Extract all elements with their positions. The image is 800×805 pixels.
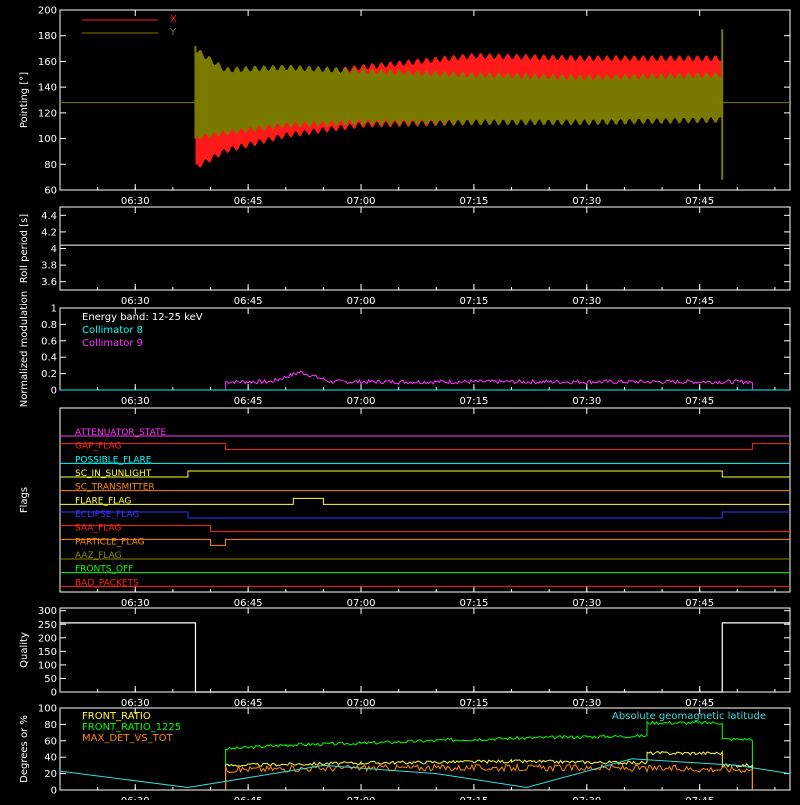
y-tick-label-1-4: 140: [38, 83, 57, 94]
x-tick-label-4-3: 07:15: [460, 598, 489, 609]
x-tick-label-1-3: 07:15: [460, 196, 489, 207]
x-tick-label-2-3: 07:15: [460, 296, 489, 307]
y-axis-label-2: Roll period [s]: [19, 214, 30, 283]
quality-line: [60, 622, 790, 693]
y-tick-label-5-3: 150: [38, 647, 57, 658]
x-tick-label-2-2: 07:00: [347, 296, 376, 307]
x-tick-label-2-1: 06:45: [234, 296, 263, 307]
y-axis-label-3: Normalized modulation: [19, 291, 30, 408]
x-tick-label-5-4: 07:30: [572, 698, 601, 709]
y-tick-label-3-0: 0: [51, 386, 57, 397]
flag-line-8: [60, 538, 790, 546]
x-tick-label-3-5: 07:45: [685, 396, 714, 407]
y-tick-label-3-5: 1: [51, 304, 57, 315]
y-tick-label-5-6: 300: [38, 606, 57, 617]
y-tick-label-6-1: 20: [44, 769, 57, 780]
y-tick-label-3-4: 0.8: [41, 320, 57, 331]
x-tick-label-6-1: 06:45: [234, 796, 263, 800]
flag-line-1: [60, 443, 790, 451]
legend-label-x: X: [170, 14, 177, 25]
y-tick-label-1-1: 80: [44, 160, 57, 171]
x-tick-label-6-3: 07:15: [460, 796, 489, 800]
x-tick-label-5-1: 06:45: [234, 698, 263, 709]
x-tick-label-2-0: 06:30: [121, 296, 150, 307]
flag-line-3: [60, 470, 790, 478]
y-tick-label-2-1: 3.8: [41, 261, 57, 272]
y-tick-label-6-2: 40: [44, 753, 57, 764]
flag-line-5: [60, 497, 790, 505]
y-tick-label-3-3: 0.6: [41, 336, 57, 347]
y-tick-label-5-0: 0: [51, 688, 57, 699]
y-tick-label-1-3: 120: [38, 108, 57, 119]
y-tick-label-5-4: 200: [38, 633, 57, 644]
x-tick-label-6-2: 07:00: [347, 796, 376, 800]
x-tick-label-5-5: 07:45: [685, 698, 714, 709]
x-tick-label-1-4: 07:30: [572, 196, 601, 207]
y-tick-label-1-0: 60: [44, 186, 57, 197]
y-tick-label-6-4: 80: [44, 720, 57, 731]
x-tick-label-1-5: 07:45: [685, 196, 714, 207]
flag-line-6: [60, 511, 790, 519]
modulation-legend-2: Collimator 9: [82, 338, 143, 349]
x-tick-label-4-2: 07:00: [347, 598, 376, 609]
y-axis-label-6: Degrees or %: [19, 715, 30, 783]
flag-line-7: [60, 525, 790, 533]
y-axis-label-4: Flags: [19, 487, 30, 513]
x-tick-label-4-0: 06:30: [121, 598, 150, 609]
degrees-legend-1: FRONT_RATIO_1225: [82, 722, 181, 733]
x-tick-label-5-3: 07:15: [460, 698, 489, 709]
x-tick-label-2-5: 07:45: [685, 296, 714, 307]
x-tick-label-3-3: 07:15: [460, 396, 489, 407]
series-front-ratio-1225: [225, 720, 753, 790]
multi-panel-chart: 06:30 06:45 07:00 07:15 07:30 07:45 Pointing […: [19, 6, 791, 805]
x-tick-label-3-4: 07:30: [572, 396, 601, 407]
y-tick-label-3-2: 0.4: [41, 353, 57, 364]
y-tick-label-5-1: 50: [44, 674, 57, 685]
y-tick-label-1-5: 160: [38, 57, 57, 68]
panel-5-frame: [59, 607, 791, 693]
x-tick-label-5-0: 06:30: [121, 698, 150, 709]
y-tick-label-2-3: 4.2: [41, 227, 57, 238]
x-tick-label-4-1: 06:45: [234, 598, 263, 609]
x-tick-label-3-0: 06:30: [121, 396, 150, 407]
modulation-legend-0: Energy band: 12-25 keV: [82, 312, 203, 323]
y-axis-label-5: Quality: [19, 632, 30, 668]
x-tick-label-1-0: 06:30: [121, 196, 150, 207]
y-tick-label-3-1: 0.2: [41, 369, 57, 380]
y-tick-label-5-5: 250: [38, 620, 57, 631]
y-tick-label-6-0: 0: [51, 786, 57, 797]
x-tick-label-1-1: 06:45: [234, 196, 263, 207]
series-front-ratio: [225, 750, 753, 790]
y-tick-label-1-2: 100: [38, 134, 57, 145]
x-tick-label-1-2: 07:00: [347, 196, 376, 207]
degrees-legend-2: MAX_DET_VS_TOT: [82, 733, 174, 744]
x-tick-label-3-1: 06:45: [234, 396, 263, 407]
y-tick-label-6-5: 100: [38, 704, 57, 715]
x-tick-label-5-2: 07:00: [347, 698, 376, 709]
y-tick-label-5-2: 100: [38, 660, 57, 671]
collimator-9-line: [225, 370, 753, 390]
y-tick-label-6-3: 60: [44, 736, 57, 747]
chart-root: 06:30 06:45 07:00 07:15 07:30 07:45 Pointing […: [0, 0, 800, 805]
y-axis-label-1: Pointing [°]: [19, 72, 30, 128]
modulation-legend-1: Collimator 8: [82, 325, 143, 336]
y-tick-label-2-0: 3.6: [41, 277, 57, 288]
y-tick-label-2-4: 4.4: [41, 211, 57, 222]
x-tick-label-4-5: 07:45: [685, 598, 714, 609]
x-tick-label-6-4: 07:30: [572, 796, 601, 800]
x-tick-label-2-4: 07:30: [572, 296, 601, 307]
x-tick-label-6-5: 07:45: [685, 796, 714, 800]
panel-2-frame: [59, 206, 791, 291]
y-tick-label-1-7: 200: [38, 6, 57, 17]
degrees-legend-3: Absolute geomagnetic latitude: [612, 711, 766, 722]
x-tick-label-6-0: 06:30: [121, 796, 150, 800]
x-tick-label-4-4: 07:30: [572, 598, 601, 609]
y-tick-label-2-2: 4: [51, 244, 57, 255]
legend-label-y: Y: [169, 27, 177, 38]
degrees-legend-0: FRONT_RATIO: [82, 711, 151, 722]
x-tick-label-3-2: 07:00: [347, 396, 376, 407]
y-tick-label-1-6: 180: [38, 31, 57, 42]
